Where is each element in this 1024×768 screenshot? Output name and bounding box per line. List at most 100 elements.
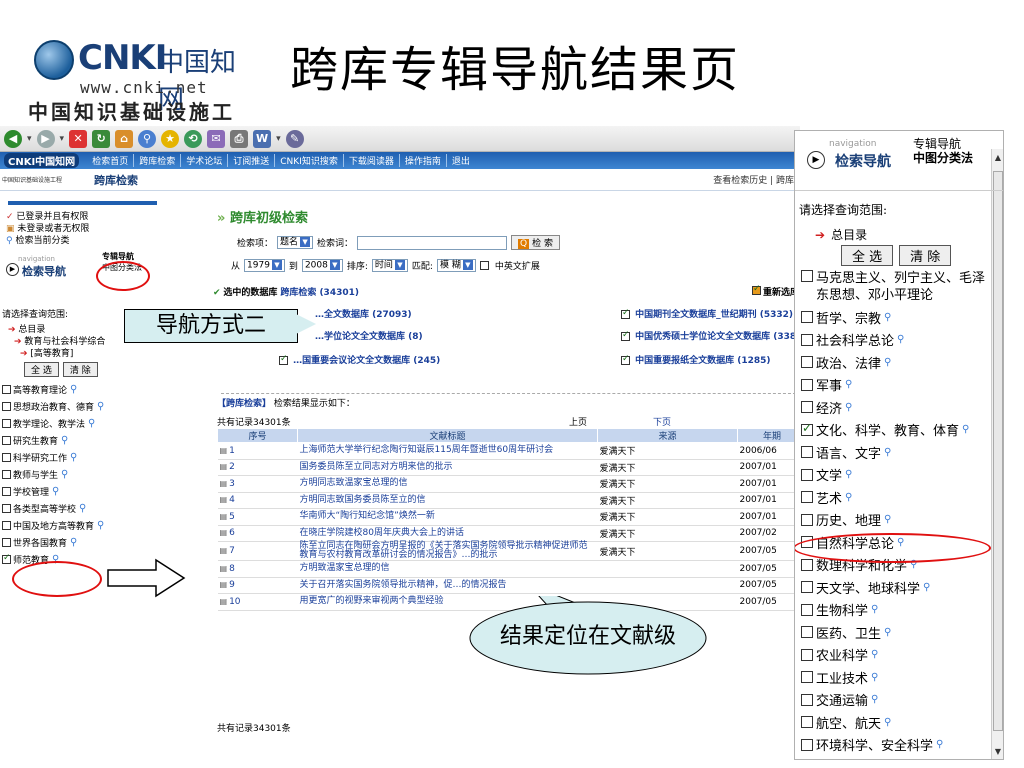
db-item[interactable]: 中国重要报纸全文数据库 (1285) bbox=[621, 353, 771, 366]
nav-item-logout[interactable]: 退出 bbox=[447, 154, 475, 167]
nav-item-search-home[interactable]: 检索首页 bbox=[87, 154, 135, 167]
scroll-down-icon[interactable]: ▼ bbox=[992, 747, 1003, 759]
category-checkbox[interactable] bbox=[801, 513, 813, 526]
magnifier-icon[interactable]: ⚲ bbox=[884, 627, 891, 638]
row-title[interactable]: 关于召开落实国务院领导批示精神，促…的情况报告 bbox=[297, 577, 598, 594]
right-category-item[interactable]: 天文学、地球科学 ⚲ bbox=[801, 576, 1003, 599]
nav-item-knowledge-search[interactable]: CNKI知识搜索 bbox=[275, 154, 344, 167]
category-checkbox[interactable] bbox=[2, 453, 11, 462]
year-to-select[interactable]: 2008 ▼ bbox=[301, 259, 343, 272]
favorites-icon[interactable]: ★ bbox=[161, 129, 180, 148]
category-checkbox[interactable] bbox=[801, 468, 813, 481]
home-icon[interactable]: ⌂ bbox=[115, 129, 134, 148]
db-item[interactable]: …学位论文全文数据库 (8) bbox=[315, 329, 423, 342]
magnifier-icon[interactable]: ⚲ bbox=[88, 418, 95, 429]
field-select[interactable]: 题名 ▼ bbox=[277, 236, 314, 249]
right-category-item[interactable]: 社会科学总论 ⚲ bbox=[801, 329, 1003, 352]
keyword-input[interactable] bbox=[357, 235, 508, 250]
match-select[interactable]: 模 糊 ▼ bbox=[436, 259, 476, 272]
db-item[interactable]: 中国优秀硕士学位论文全文数据库 (338 bbox=[621, 329, 796, 342]
magnifier-icon[interactable]: ⚲ bbox=[884, 514, 891, 525]
ext-checkbox[interactable] bbox=[479, 261, 489, 270]
category-checkbox[interactable] bbox=[801, 558, 813, 571]
right-category-item[interactable]: 经济 ⚲ bbox=[801, 396, 1003, 419]
left-category-item[interactable]: 世界各国教育 ⚲ bbox=[2, 534, 165, 551]
category-checkbox[interactable] bbox=[801, 333, 813, 346]
left-category-item[interactable]: 科学研究工作 ⚲ bbox=[2, 449, 165, 466]
left-category-item[interactable]: 研究生教育 ⚲ bbox=[2, 432, 165, 449]
right-category-item[interactable]: 军事 ⚲ bbox=[801, 374, 1003, 397]
left-category-item[interactable]: 高等教育理论 ⚲ bbox=[2, 381, 165, 398]
category-checkbox[interactable] bbox=[2, 521, 11, 530]
right-category-item[interactable]: 历史、地理 ⚲ bbox=[801, 509, 1003, 532]
nav-item-forum[interactable]: 学术论坛 bbox=[181, 154, 229, 167]
right-category-item[interactable]: 文学 ⚲ bbox=[801, 464, 1003, 487]
nav-item-cross-db[interactable]: 跨库检索 bbox=[134, 154, 182, 167]
right-category-item[interactable]: 政治、法律 ⚲ bbox=[801, 351, 1003, 374]
magnifier-icon[interactable]: ⚲ bbox=[61, 469, 68, 480]
category-checkbox[interactable] bbox=[801, 446, 813, 459]
magnifier-icon[interactable]: ⚲ bbox=[845, 379, 852, 390]
row-title[interactable]: 方明同志致国务委员陈至立的信 bbox=[297, 492, 598, 509]
category-checkbox[interactable] bbox=[2, 419, 11, 428]
col-header[interactable]: 序号 bbox=[217, 428, 298, 443]
category-checkbox[interactable] bbox=[801, 270, 813, 282]
magnifier-icon[interactable]: ⚲ bbox=[884, 312, 891, 323]
edit-icon[interactable]: W bbox=[253, 129, 272, 148]
table-row[interactable]: ▤ 7 陈至立同志在陶研会方明呈报的《关于落实国务院领导批示精神促进师范教育与农村教… bbox=[217, 541, 800, 561]
search-icon[interactable]: ⚲ bbox=[138, 129, 157, 148]
category-checkbox[interactable] bbox=[801, 648, 813, 661]
left-category-item[interactable]: 中国及地方高等教育 ⚲ bbox=[2, 517, 165, 534]
magnifier-icon[interactable]: ⚲ bbox=[97, 401, 104, 412]
category-checkbox[interactable] bbox=[801, 311, 813, 324]
table-row[interactable]: ▤ 4 方明同志致国务委员陈至立的信 爱满天下 2007/01 bbox=[217, 492, 800, 509]
magnifier-icon[interactable]: ⚲ bbox=[70, 452, 77, 463]
magnifier-icon[interactable]: ⚲ bbox=[884, 717, 891, 728]
table-row[interactable]: ▤ 8 方明致温家宝总理的信 2007/05 bbox=[217, 560, 800, 578]
db-item[interactable]: …全文数据库 (27093) bbox=[315, 307, 412, 320]
category-checkbox[interactable] bbox=[801, 421, 813, 436]
category-checkbox[interactable] bbox=[801, 378, 813, 391]
row-title[interactable]: 陈至立同志在陶研会方明呈报的《关于落实国务院领导批示精神促进师范教育与农村教育改… bbox=[297, 541, 598, 561]
row-title[interactable]: 国务委员陈至立同志对方明来信的批示 bbox=[297, 459, 598, 476]
magnifier-icon[interactable]: ⚲ bbox=[897, 334, 904, 345]
magnifier-icon[interactable]: ⚲ bbox=[845, 469, 852, 480]
right-category-item[interactable]: 航空、航天 ⚲ bbox=[801, 711, 1003, 734]
category-checkbox[interactable] bbox=[801, 401, 813, 414]
search-history-link[interactable]: 查看检索历史 | 跨库 bbox=[713, 173, 794, 186]
forward-icon[interactable]: ▶ bbox=[36, 129, 55, 148]
category-checkbox[interactable] bbox=[801, 671, 813, 684]
left-category-item[interactable]: 各类型高等学校 ⚲ bbox=[2, 500, 165, 517]
scroll-thumb[interactable] bbox=[993, 171, 1003, 731]
play-icon[interactable]: ▶ bbox=[807, 151, 825, 169]
category-checkbox[interactable] bbox=[2, 385, 11, 394]
right-category-item[interactable]: 医药、卫生 ⚲ bbox=[801, 621, 1003, 644]
cnki-mini-logo[interactable]: CNKI中国知网 bbox=[4, 153, 80, 168]
history-icon[interactable]: ⟲ bbox=[184, 129, 203, 148]
right-category-item[interactable]: 工业技术 ⚲ bbox=[801, 666, 1003, 689]
stop-icon[interactable]: ✕ bbox=[69, 129, 88, 148]
right-category-item[interactable]: 交通运输 ⚲ bbox=[801, 689, 1003, 712]
table-row[interactable]: ▤ 3 方明同志致温家宝总理的信 爱满天下 2007/01 bbox=[217, 475, 800, 493]
category-checkbox[interactable] bbox=[2, 487, 11, 496]
row-title[interactable]: 华南师大“陶行知纪念馆”焕然一新 bbox=[297, 508, 598, 526]
magnifier-icon[interactable]: ⚲ bbox=[70, 384, 77, 395]
magnifier-icon[interactable]: ⚲ bbox=[871, 672, 878, 683]
right-category-item[interactable]: 生物科学 ⚲ bbox=[801, 599, 1003, 622]
table-row[interactable]: ▤ 1 上海师范大学举行纪念陶行知诞辰115周年暨逝世60周年研讨会 爱满天下 2006… bbox=[217, 442, 800, 460]
category-checkbox[interactable] bbox=[801, 738, 813, 751]
mail-icon[interactable]: ✉ bbox=[207, 129, 226, 148]
discuss-icon[interactable]: ✎ bbox=[285, 129, 304, 148]
nav-item-reader[interactable]: 下载阅读器 bbox=[344, 154, 400, 167]
right-category-item[interactable]: 农业科学 ⚲ bbox=[801, 644, 1003, 667]
right-category-item[interactable]: 文化、科学、教育、体育⚲ bbox=[801, 419, 1003, 442]
reselect-db[interactable]: 重新选库 bbox=[751, 284, 799, 298]
col-header[interactable]: 来源 bbox=[597, 428, 738, 443]
category-checkbox[interactable] bbox=[801, 693, 813, 706]
col-header[interactable]: 文献标题 bbox=[297, 428, 598, 443]
sort-select[interactable]: 时间 ▼ bbox=[371, 259, 408, 272]
category-checkbox[interactable] bbox=[801, 716, 813, 729]
left-category-item[interactable]: 教学理论、教学法 ⚲ bbox=[2, 415, 165, 432]
left-category-item[interactable]: 教师与学生 ⚲ bbox=[2, 466, 165, 483]
magnifier-icon[interactable]: ⚲ bbox=[52, 486, 59, 497]
